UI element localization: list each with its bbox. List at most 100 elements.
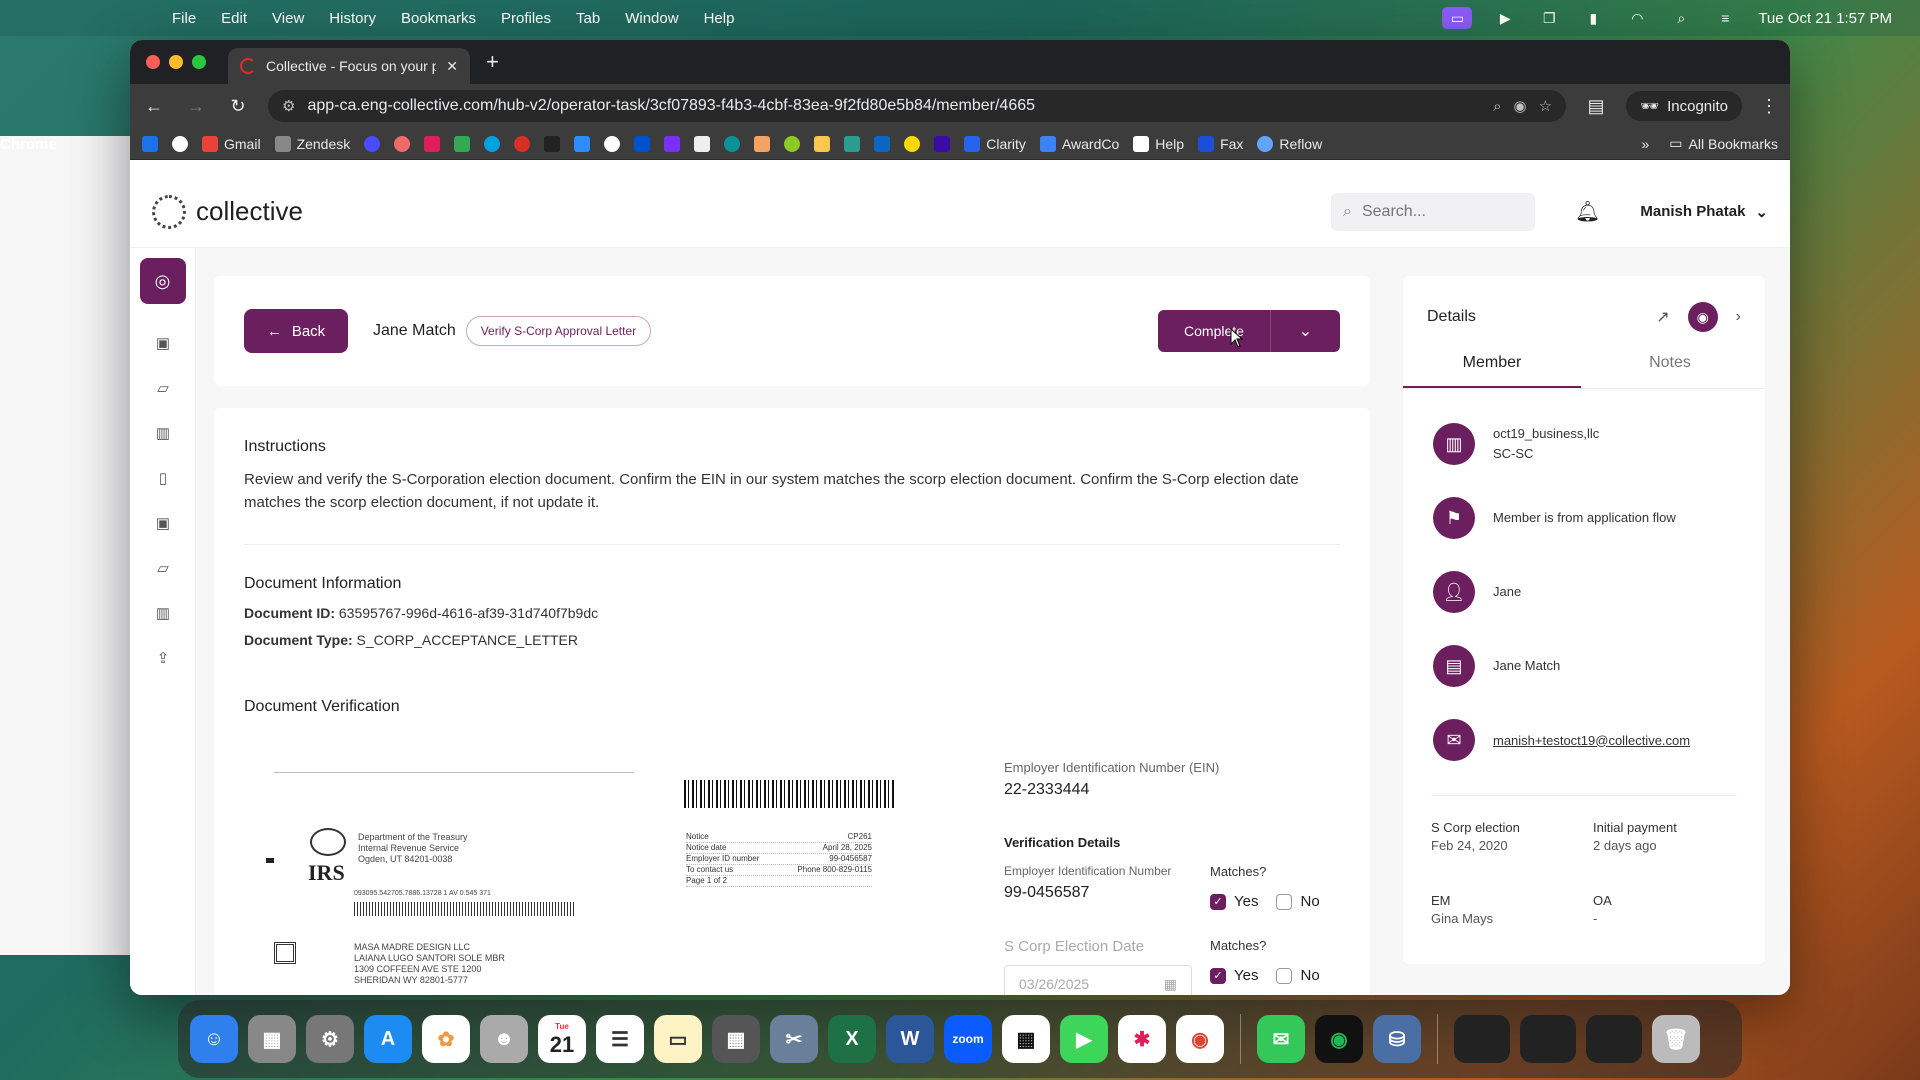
search-box[interactable]: ⌕	[1331, 192, 1535, 231]
complete-options-chevron-icon[interactable]: ⌄	[1270, 310, 1340, 352]
minimized-window-2-icon[interactable]	[1520, 1015, 1576, 1063]
nav-briefcase-2-icon[interactable]: ▣	[130, 500, 196, 545]
screen-share-icon[interactable]: ▭	[1442, 7, 1473, 29]
browser-tab[interactable]: Collective - Focus on your pa ✕	[228, 48, 470, 84]
bookmark-clarity[interactable]: Clarity	[964, 135, 1026, 152]
bookmark-misc-13[interactable]	[934, 135, 951, 152]
nav-bank-icon[interactable]: ▥	[130, 410, 196, 455]
bookmark-drive[interactable]	[454, 135, 471, 152]
menubar-clock[interactable]: Tue Oct 21 1:57 PM	[1758, 10, 1892, 27]
url-text[interactable]: app-ca.eng-collective.com/hub-v2/operato…	[307, 97, 1481, 115]
bookmark-fax[interactable]: Fax	[1198, 135, 1243, 152]
spotify-icon[interactable]: ◉	[1315, 1015, 1363, 1063]
bookmark-misc-10[interactable]	[814, 135, 831, 152]
ein-match-yes[interactable]: ✓ Yes	[1210, 893, 1258, 910]
bookmark-jira[interactable]	[634, 135, 651, 152]
bookmark-misc-2[interactable]	[394, 135, 411, 152]
side-panel-icon[interactable]: ▤	[1584, 96, 1608, 117]
external-link-icon[interactable]: ↗	[1656, 307, 1669, 327]
trash-icon[interactable]: 🗑︎	[1652, 1015, 1700, 1063]
minimized-window-1-icon[interactable]	[1454, 1015, 1510, 1063]
bookmark-slack[interactable]	[424, 135, 441, 152]
all-bookmarks[interactable]: ▭ All Bookmarks	[1669, 135, 1778, 152]
bookmark-misc-9[interactable]	[784, 135, 801, 152]
bookmark-zoom[interactable]	[574, 135, 591, 152]
bookmark-reflow[interactable]: Reflow	[1257, 135, 1322, 152]
menu-help[interactable]: Help	[704, 10, 735, 27]
date-match-yes[interactable]: ✓ Yes	[1210, 967, 1258, 984]
bookmark-1password[interactable]	[172, 135, 188, 152]
facetime-icon[interactable]: ▶	[1060, 1015, 1108, 1063]
notifications-bell-icon[interactable]: 🔔︎	[1575, 199, 1600, 224]
new-tab-icon[interactable]: +	[486, 49, 499, 75]
browser-menu-icon[interactable]: ⋮	[1760, 96, 1778, 117]
election-date-input[interactable]: 03/26/2025 ▦	[1004, 965, 1192, 995]
bookmark-calendar[interactable]	[142, 135, 158, 152]
finder-icon[interactable]: ☺	[190, 1015, 238, 1063]
minimize-window-icon[interactable]	[169, 55, 183, 69]
launchpad-icon[interactable]: ▦	[248, 1015, 296, 1063]
menu-bookmarks[interactable]: Bookmarks	[401, 10, 476, 27]
excel-icon[interactable]: X	[828, 1015, 876, 1063]
notes-icon[interactable]: ▭	[654, 1015, 702, 1063]
menu-history[interactable]: History	[329, 10, 376, 27]
bookmark-misc-11[interactable]	[844, 135, 861, 152]
messages-icon[interactable]: ✉	[1257, 1015, 1305, 1063]
nav-briefcase-icon[interactable]: ▣	[130, 320, 196, 365]
tracking-protection-icon[interactable]: ◉	[1514, 97, 1527, 115]
contacts-icon[interactable]: ☻	[480, 1015, 528, 1063]
reload-icon[interactable]: ↻	[226, 96, 250, 117]
photos-icon[interactable]: ✿	[422, 1015, 470, 1063]
screen-mirror-icon[interactable]: ❐	[1538, 10, 1560, 26]
zoom-icon[interactable]: ⌕	[1493, 98, 1501, 115]
bookmark-misc-12[interactable]	[904, 135, 921, 152]
bookmark-help[interactable]: Help	[1133, 135, 1184, 152]
collective-logo[interactable]: collective	[152, 194, 303, 229]
app-store-icon[interactable]: A	[364, 1015, 412, 1063]
bookmark-misc-4[interactable]	[604, 135, 621, 152]
tab-notes[interactable]: Notes	[1581, 344, 1759, 388]
user-menu[interactable]: Manish Phatak ⌄	[1640, 203, 1768, 221]
bookmark-misc-8[interactable]	[754, 135, 771, 152]
back-button[interactable]: ← Back	[244, 309, 348, 353]
control-center-icon[interactable]: ≡	[1714, 10, 1736, 26]
slack-app-icon[interactable]: ✱	[1118, 1015, 1166, 1063]
screenshot-icon[interactable]: ✂	[770, 1015, 818, 1063]
bookmark-awardco[interactable]: AwardCo	[1039, 135, 1119, 152]
bookmark-misc-7[interactable]	[724, 135, 741, 152]
calendar-icon[interactable]: ▦	[1164, 976, 1177, 993]
nav-building-icon[interactable]: ▥	[130, 590, 196, 635]
bookmark-salesforce[interactable]	[484, 135, 501, 152]
forward-arrow-icon[interactable]: →	[184, 96, 208, 117]
complete-button[interactable]: Complete	[1158, 310, 1270, 352]
bookmark-misc-1[interactable]	[364, 135, 381, 152]
play-icon[interactable]: ▶	[1494, 10, 1516, 26]
chrome-app-icon[interactable]: ◉	[1176, 1015, 1224, 1063]
bookmark-zendesk[interactable]: Zendesk	[274, 135, 350, 152]
tab-member[interactable]: Member	[1403, 344, 1581, 388]
incognito-indicator[interactable]: 🕶 Incognito	[1626, 91, 1742, 121]
battery-icon[interactable]: ▮	[1582, 10, 1604, 26]
disk-utility-icon[interactable]: ⛁	[1373, 1015, 1421, 1063]
reminders-icon[interactable]: ☰	[596, 1015, 644, 1063]
search-input[interactable]	[1361, 202, 1502, 221]
bookmark-gmail[interactable]: Gmail	[202, 135, 261, 152]
nav-target-icon[interactable]: ◎	[139, 258, 186, 304]
menu-window[interactable]: Window	[625, 10, 678, 27]
nav-folder-icon[interactable]: ▱	[130, 365, 196, 410]
zoom-app-icon[interactable]: zoom	[944, 1015, 992, 1063]
back-arrow-icon[interactable]: ←	[142, 96, 166, 117]
address-bar[interactable]: ⚙ app-ca.eng-collective.com/hub-v2/opera…	[268, 90, 1567, 122]
bookmark-collective[interactable]	[514, 135, 531, 152]
bookmark-misc-5[interactable]	[664, 135, 681, 152]
site-info-icon[interactable]: ⚙	[282, 97, 295, 115]
nav-folder-2-icon[interactable]: ▱	[130, 545, 196, 590]
word-icon[interactable]: W	[886, 1015, 934, 1063]
calculator-icon[interactable]: ▦	[712, 1015, 760, 1063]
chevron-right-icon[interactable]: ›	[1736, 308, 1741, 326]
bookmark-misc-6[interactable]	[694, 135, 711, 152]
close-tab-icon[interactable]: ✕	[446, 58, 458, 75]
member-email-link[interactable]: manish+testoct19@collective.com	[1493, 733, 1690, 748]
irs-document-preview[interactable]: IRS Department of the Treasury Internal …	[266, 766, 894, 995]
bookmark-misc-3[interactable]	[544, 135, 561, 152]
